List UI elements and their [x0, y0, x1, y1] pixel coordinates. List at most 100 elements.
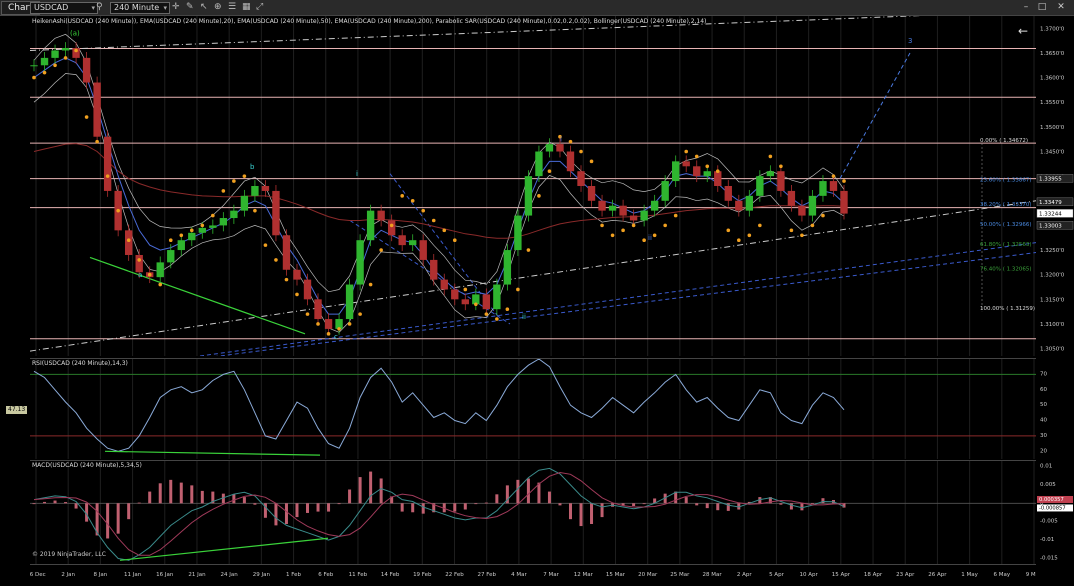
psar-dot [474, 302, 478, 307]
macd-histogram-bar [253, 503, 257, 505]
crosshair-icon[interactable]: ✛ [172, 2, 180, 13]
price-panel[interactable]: (a) a b c i ii i ii 3 0.00% ( 1.34672) 23.60% ( 1.… [30, 16, 1036, 356]
psar-dot [305, 312, 310, 316]
price-tick-label: 1.3100'0 [1040, 322, 1065, 328]
price-tick-label: 1.3600'0 [1040, 76, 1065, 82]
macd-histogram-bar [295, 503, 299, 518]
minimize-icon[interactable]: – [1020, 1, 1032, 13]
macd-histogram-bar [590, 503, 594, 524]
candle [366, 210, 375, 241]
psar-dot [810, 223, 815, 228]
macd-histogram-bar [190, 485, 194, 504]
macd-histogram-bar [821, 498, 825, 504]
macd-histogram-bar [337, 503, 341, 505]
date-tick-label: 11 Feb [349, 572, 368, 578]
psar-dot [158, 282, 163, 287]
instrument-selector[interactable]: USDCAD ▾ [30, 2, 98, 14]
psar-dot [347, 322, 352, 326]
bollinger-lower [33, 73, 845, 333]
price-tag-label: 1.33003 [1039, 223, 1062, 229]
candle [724, 186, 732, 201]
pointer-icon[interactable]: ↖ [200, 2, 208, 13]
candle [61, 48, 70, 51]
macd-signal-line [33, 471, 845, 556]
psar-dot [389, 223, 394, 228]
copyright: © 2019 NinjaTrader, LLC [32, 551, 106, 558]
macd-histogram-bar [379, 478, 383, 504]
date-tick-label: 25 Mar [670, 572, 690, 578]
back-arrow-icon[interactable]: ← [1018, 24, 1028, 38]
date-tick-label: 26 Dec [30, 572, 46, 578]
macd-histogram-bar [526, 478, 530, 504]
rsi-current-value: 47.13 [6, 406, 28, 414]
macd-histogram-bar [632, 503, 636, 507]
candle [156, 262, 164, 278]
macd-histogram-bar [779, 503, 783, 505]
macd-histogram-bar [242, 497, 246, 504]
fib-label: 76.40% ( 1.32065) [980, 266, 1032, 272]
date-tick-label: 5 Apr [769, 572, 785, 578]
macd-histogram-bar [179, 482, 183, 504]
date-tick-label: 7 Mar [543, 572, 559, 578]
search-icon[interactable]: ⚲ [96, 2, 103, 13]
date-tick-label: 8 Jan [94, 572, 108, 578]
date-tick-label: 2 Apr [737, 572, 753, 578]
psar-dot [189, 228, 194, 233]
properties-icon[interactable]: ☰ [228, 2, 236, 13]
psar-dot [63, 56, 68, 60]
candle [703, 171, 711, 177]
macd-divergence-line [119, 537, 329, 561]
macd-histogram-bar [32, 503, 36, 505]
candle [577, 171, 585, 186]
candle [493, 284, 501, 310]
psar-dot [610, 233, 615, 238]
psar-dot [621, 228, 625, 233]
psar-dot [715, 169, 720, 174]
macd-histogram-bar [284, 503, 288, 524]
macd-histogram-bar [516, 479, 520, 504]
maximize-icon[interactable]: □ [1036, 1, 1048, 13]
close-icon[interactable]: ✕ [1055, 1, 1067, 13]
macd-histogram-bar [558, 503, 562, 506]
psar-dot [410, 198, 415, 203]
date-tick-label: 15 Apr [832, 572, 851, 578]
zoom-icon[interactable]: ⊕ [214, 2, 222, 13]
date-tick-label: 12 Mar [574, 572, 594, 578]
macd-axis: 0.01 0.005 0 -0.005 -0.01 -0.015 0.000357 -0.00… [1036, 460, 1074, 563]
candle [514, 215, 522, 251]
date-tick-label: 1 Feb [286, 572, 301, 578]
date-tick-label: 1 May [961, 572, 978, 578]
candle [545, 144, 554, 152]
date-tick-label: 4 Mar [511, 572, 527, 578]
rsi-panel[interactable]: RSI(USDCAD (240 Minute),14,3) [30, 358, 1036, 459]
candle [587, 186, 596, 201]
macd-histogram-bar [537, 482, 541, 504]
candle [377, 210, 385, 221]
candle [177, 240, 185, 251]
psar-dot [705, 164, 710, 169]
grid-icon[interactable]: ▦ [242, 2, 251, 13]
psar-dot [263, 243, 268, 247]
wave-label: ii [648, 234, 652, 242]
macd-histogram-bar [568, 503, 572, 520]
expand-icon[interactable]: ⤢ [256, 2, 263, 13]
psar-dot [274, 258, 278, 262]
macd-value-label: -0.000857 [1039, 505, 1066, 511]
psar-dot [600, 223, 604, 228]
price-axis: 1.3700'0 1.3650'0 1.3600'0 1.3550'0 1.3500'0… [1036, 16, 1074, 356]
psar-dot [242, 174, 247, 178]
candle [409, 240, 417, 246]
macd-histogram-bar [684, 497, 688, 504]
macd-panel[interactable]: MACD(USDCAD (240 Minute),5,34,5) © 2019 … [30, 460, 1036, 564]
candle [808, 195, 817, 216]
macd-histogram-bar [400, 503, 404, 512]
psar-dot [84, 115, 89, 119]
timeframe-selector[interactable]: 240 Minute ▾ [110, 2, 170, 14]
draw-tools-icon[interactable]: ✎ [186, 2, 194, 13]
macd-histogram-bar [327, 503, 331, 512]
price-chart: (a)abciiiiii30.00% ( 1.34672)23.60% ( 1.… [30, 16, 1036, 356]
psar-dot [168, 238, 173, 243]
fib-label: 100.00% ( 1.31259) [980, 306, 1035, 312]
macd-histogram-bar [274, 503, 278, 526]
wave-label: i [356, 170, 358, 178]
